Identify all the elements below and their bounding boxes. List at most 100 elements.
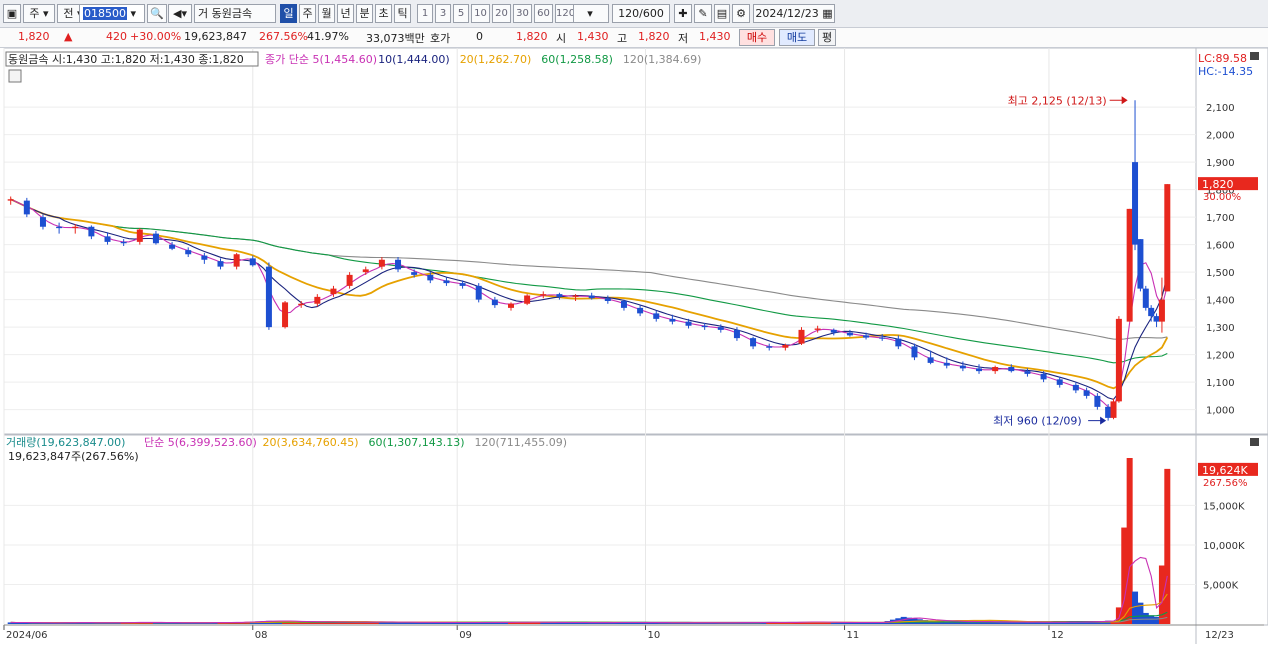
candle-body [378, 259, 385, 267]
candle-body [927, 357, 934, 363]
date-tick-label: 12 [1051, 630, 1064, 641]
candle-body [669, 318, 676, 322]
candle-body [959, 365, 966, 369]
candle-body [72, 226, 79, 229]
price-tick-label: 2,000 [1206, 131, 1235, 142]
stock-chart[interactable]: 1,000 1,100 1,200 1,300 1,400 1,500 1,600 1,700… [0, 48, 1268, 650]
volume-ratio: 267.56% [259, 30, 308, 43]
candle-body [330, 288, 337, 295]
candle-body [782, 345, 789, 348]
high-annotation: 최고 2,125 (12/13) [1008, 94, 1107, 107]
price-tick-label: 2,100 [1206, 103, 1235, 114]
volume-value: 19,623,847 [184, 30, 247, 43]
save-icon[interactable]: ▤ [714, 4, 730, 23]
interval-button-2[interactable]: 5 [453, 4, 469, 23]
ma-legend-0: 종가 단순 5(1,454.60) [265, 53, 377, 66]
period-tab-2[interactable]: 월 [318, 4, 335, 23]
chart-type-select[interactable]: 주 ▾ [23, 4, 55, 23]
open-label: 시 [556, 32, 567, 45]
bar-count-input[interactable]: 120/600 [612, 4, 670, 23]
draw-tool-icon[interactable]: ✎ [694, 4, 712, 23]
candle-body [282, 302, 289, 328]
candle-body [750, 338, 757, 347]
volume-bar [1126, 458, 1133, 624]
volume-subtitle: 19,623,847주(267.56%) [8, 450, 139, 463]
period-tab-6[interactable]: 틱 [394, 4, 411, 23]
panel-max-icon [1250, 52, 1259, 60]
lc-label: LC:89.58 [1198, 52, 1247, 65]
candle-body [298, 303, 305, 306]
candle-body [766, 346, 773, 348]
candle-body [1158, 299, 1165, 322]
candle-body [604, 298, 611, 301]
stock-name-field[interactable]: 거 동원금속 [194, 4, 276, 23]
candle-body [56, 226, 63, 229]
candle-body [233, 254, 240, 267]
volume-panel [3, 434, 1268, 626]
quote-bar: 1,820 ▲ 420 +30.00% 19,623,847 267.56% 4… [0, 28, 1268, 48]
candle-body [120, 241, 127, 244]
candle-body [1008, 367, 1015, 372]
candle-body [1083, 390, 1090, 396]
high-label: 고 [617, 32, 628, 45]
candle-body [217, 261, 224, 267]
candle-body [185, 250, 192, 255]
candle-body [491, 299, 498, 306]
volume-tick-label: 15,000K [1203, 501, 1245, 512]
price-tick-label: 1,400 [1206, 296, 1235, 307]
chart-menu-icon[interactable]: ▣ [3, 4, 21, 23]
candle-body [7, 199, 14, 201]
candle-body [588, 295, 595, 299]
sound-icon[interactable]: ◀▾ [168, 4, 192, 23]
price-tick-label: 1,500 [1206, 268, 1235, 279]
ma-legend-1: 10(1,444.00) [378, 53, 450, 66]
ma-legend-3: 60(1,258.58) [541, 53, 613, 66]
candle-body [1072, 384, 1079, 391]
sell-button[interactable]: 매도 [779, 29, 815, 46]
period-tab-0[interactable]: 일 [280, 4, 297, 23]
interval-button-5[interactable]: 30 [513, 4, 532, 23]
interval-button-3[interactable]: 10 [471, 4, 490, 23]
period-tab-1[interactable]: 주 [299, 4, 316, 23]
candle-body [524, 295, 531, 304]
candle-body [314, 296, 321, 304]
candle-body [249, 258, 256, 266]
stock-code-input[interactable]: 018500 ▾ [79, 4, 145, 23]
date-input[interactable]: 2024/12/23 ▦ [753, 4, 835, 23]
date-tick-label: 2024/06 [6, 630, 48, 641]
buy-button[interactable]: 매수 [739, 29, 775, 46]
settings-icon[interactable]: ⚙ [732, 4, 750, 23]
hoga-value: 0 [476, 30, 483, 43]
date-tick-label: 10 [647, 630, 660, 641]
volume-bar [1153, 616, 1160, 624]
avg-button[interactable]: 평 [818, 29, 836, 46]
ma-legend-2: 20(1,262.70) [460, 53, 532, 66]
volume-legend-3: 120(711,455.09) [475, 436, 568, 449]
period-tab-4[interactable]: 분 [356, 4, 373, 23]
candle-body [201, 255, 208, 260]
candle-body [1132, 162, 1139, 245]
candle-body [1148, 307, 1155, 317]
date-tick-label: 11 [847, 630, 860, 641]
volume-bar [1164, 468, 1171, 624]
candle-body [1094, 395, 1101, 407]
candle-body [1024, 371, 1031, 374]
candle-body [152, 233, 159, 244]
crosshair-icon[interactable]: ✚ [674, 4, 692, 23]
candle-body [136, 229, 143, 242]
interval-button-1[interactable]: 3 [435, 4, 451, 23]
interval-button-6[interactable]: 60 [534, 4, 553, 23]
candle-body [701, 325, 708, 328]
interval-button-4[interactable]: 20 [492, 4, 511, 23]
candle-body [1110, 401, 1117, 418]
period-tab-3[interactable]: 년 [337, 4, 354, 23]
search-icon[interactable]: 🔍 [147, 4, 167, 23]
candle-body [943, 362, 950, 366]
period-tab-5[interactable]: 초 [375, 4, 392, 23]
candle-body [992, 367, 999, 372]
price-tick-label: 1,900 [1206, 158, 1235, 169]
interval-button-0[interactable]: 1 [417, 4, 433, 23]
candle-body [685, 321, 692, 326]
interval-button-7[interactable]: 120 [555, 4, 574, 23]
custom-interval-select[interactable]: ▾ [571, 4, 609, 23]
